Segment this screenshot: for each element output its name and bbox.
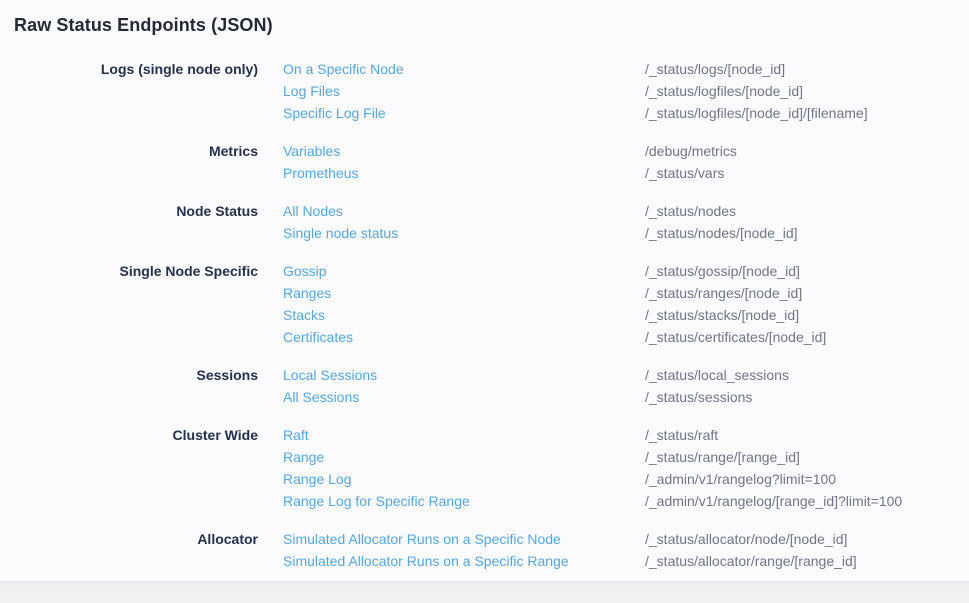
endpoint-links-column: GossipRangesStacksCertificates [283, 260, 620, 348]
endpoint-link[interactable]: Specific Log File [283, 102, 620, 124]
endpoint-section: Sessions Local SessionsAll Sessions /_stat… [14, 364, 955, 408]
endpoint-sections: Logs (single node only) On a Specific Nod… [14, 58, 955, 572]
endpoint-link[interactable]: Range Log [283, 468, 620, 490]
endpoint-links-column: All NodesSingle node status [283, 200, 620, 244]
category-label: Logs (single node only) [14, 58, 258, 124]
endpoint-path: /_status/range/[range_id] [645, 446, 955, 468]
endpoint-path: /_status/logs/[node_id] [645, 58, 955, 80]
category-label: Sessions [14, 364, 258, 408]
endpoint-path: /_status/stacks/[node_id] [645, 304, 955, 326]
category-label: Cluster Wide [14, 424, 258, 512]
endpoint-paths-column: /_status/logs/[node_id]/_status/logfiles… [645, 58, 955, 124]
endpoint-paths-column: /_status/local_sessions/_status/sessions [645, 364, 955, 408]
endpoint-link[interactable]: Single node status [283, 222, 620, 244]
endpoint-link[interactable]: Range Log for Specific Range [283, 490, 620, 512]
endpoint-path: /_admin/v1/rangelog?limit=100 [645, 468, 955, 490]
endpoint-path: /_status/local_sessions [645, 364, 955, 386]
endpoint-link[interactable]: Stacks [283, 304, 620, 326]
endpoint-paths-column: /_status/nodes/_status/nodes/[node_id] [645, 200, 955, 244]
endpoint-path: /_admin/v1/rangelog/[range_id]?limit=100 [645, 490, 955, 512]
endpoint-link[interactable]: All Sessions [283, 386, 620, 408]
endpoint-paths-column: /_status/allocator/node/[node_id]/_statu… [645, 528, 955, 572]
endpoint-path: /_status/gossip/[node_id] [645, 260, 955, 282]
endpoint-link[interactable]: Raft [283, 424, 620, 446]
endpoint-path: /_status/raft [645, 424, 955, 446]
endpoint-section: Node Status All NodesSingle node status /_… [14, 200, 955, 244]
category-label: Single Node Specific [14, 260, 258, 348]
endpoint-link[interactable]: Range [283, 446, 620, 468]
page-title: Raw Status Endpoints (JSON) [14, 12, 955, 38]
endpoint-link[interactable]: On a Specific Node [283, 58, 620, 80]
endpoint-link[interactable]: Variables [283, 140, 620, 162]
endpoint-path: /_status/allocator/node/[node_id] [645, 528, 955, 550]
endpoint-paths-column: /_status/raft/_status/range/[range_id]/_… [645, 424, 955, 512]
endpoint-link[interactable]: All Nodes [283, 200, 620, 222]
endpoint-link[interactable]: Local Sessions [283, 364, 620, 386]
endpoint-links-column: Simulated Allocator Runs on a Specific N… [283, 528, 620, 572]
endpoint-path: /_status/nodes/[node_id] [645, 222, 955, 244]
endpoint-section: Logs (single node only) On a Specific Nod… [14, 58, 955, 124]
endpoint-section: Allocator Simulated Allocator Runs on a S… [14, 528, 955, 572]
endpoint-path: /_status/nodes [645, 200, 955, 222]
endpoint-link[interactable]: Simulated Allocator Runs on a Specific N… [283, 528, 620, 550]
endpoint-link[interactable]: Prometheus [283, 162, 620, 184]
endpoint-links-column: On a Specific NodeLog FilesSpecific Log … [283, 58, 620, 124]
endpoint-paths-column: /debug/metrics/_status/vars [645, 140, 955, 184]
endpoint-link[interactable]: Ranges [283, 282, 620, 304]
endpoint-link[interactable]: Gossip [283, 260, 620, 282]
endpoint-link[interactable]: Log Files [283, 80, 620, 102]
endpoint-paths-column: /_status/gossip/[node_id]/_status/ranges… [645, 260, 955, 348]
endpoint-path: /_status/ranges/[node_id] [645, 282, 955, 304]
raw-status-endpoints-page: Raw Status Endpoints (JSON) Logs (single… [0, 0, 969, 603]
endpoint-section: Metrics VariablesPrometheus/debug/metrics… [14, 140, 955, 184]
endpoint-links-column: RaftRangeRange LogRange Log for Specific… [283, 424, 620, 512]
endpoint-path: /_status/sessions [645, 386, 955, 408]
endpoint-path: /_status/logfiles/[node_id]/[filename] [645, 102, 955, 124]
endpoint-section: Single Node Specific GossipRangesStacksCe… [14, 260, 955, 348]
category-label: Metrics [14, 140, 258, 184]
endpoint-path: /_status/logfiles/[node_id] [645, 80, 955, 102]
endpoint-links-column: Local SessionsAll Sessions [283, 364, 620, 408]
endpoint-links-column: VariablesPrometheus [283, 140, 620, 184]
endpoint-link[interactable]: Simulated Allocator Runs on a Specific R… [283, 550, 620, 572]
endpoint-path: /_status/vars [645, 162, 955, 184]
endpoint-path: /_status/allocator/range/[range_id] [645, 550, 955, 572]
endpoint-link[interactable]: Certificates [283, 326, 620, 348]
endpoint-path: /debug/metrics [645, 140, 955, 162]
page-content: Raw Status Endpoints (JSON) Logs (single… [0, 0, 969, 572]
footer-strip [0, 581, 969, 603]
endpoint-path: /_status/certificates/[node_id] [645, 326, 955, 348]
category-label: Allocator [14, 528, 258, 572]
category-label: Node Status [14, 200, 258, 244]
endpoint-section: Cluster Wide RaftRangeRange LogRange Log … [14, 424, 955, 512]
